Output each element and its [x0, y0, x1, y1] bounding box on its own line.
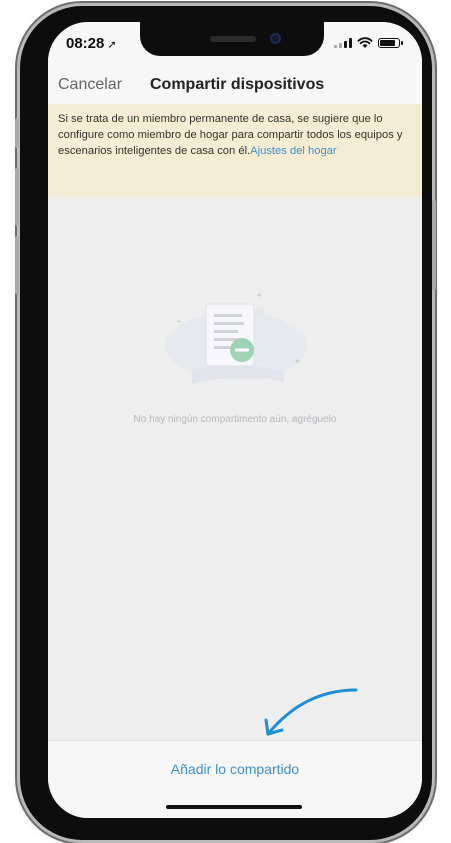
add-shared-button[interactable]: Añadir lo compartido	[48, 761, 422, 777]
battery-icon	[378, 38, 403, 48]
notice-banner: Si se trata de un miembro permanente de …	[48, 104, 422, 196]
volume-down-button	[15, 236, 19, 294]
mute-switch	[15, 118, 19, 148]
home-indicator[interactable]	[166, 805, 302, 809]
notch	[140, 22, 324, 56]
svg-text:✦: ✦	[176, 318, 182, 326]
bottom-action-bar: Añadir lo compartido	[48, 740, 422, 818]
empty-state-message: No hay ningún compartimento aún, agrégue…	[133, 414, 337, 425]
status-time: 08:28 ➚	[66, 35, 117, 52]
svg-text:·: ·	[292, 322, 294, 330]
navigation-bar: Cancelar Compartir dispositivos	[48, 66, 422, 104]
notice-text: Si se trata de un miembro permanente de …	[58, 113, 403, 157]
svg-text:·: ·	[172, 382, 174, 390]
battery-fill	[380, 40, 395, 46]
speaker-grille	[210, 36, 256, 42]
home-settings-link[interactable]: Ajustes del hogar	[250, 145, 336, 157]
location-arrow-icon: ➚	[107, 39, 117, 51]
signal-bars-icon	[334, 38, 352, 48]
svg-text:✦: ✦	[256, 291, 263, 300]
phone-screen: 08:28 ➚ Cancelar Compartir dispositivos S…	[48, 22, 422, 818]
svg-text:·: ·	[202, 287, 205, 296]
cancel-button[interactable]: Cancelar	[58, 76, 122, 94]
page-title: Compartir dispositivos	[150, 76, 325, 93]
empty-document-icon: · ✦ ✦ · ✦ ·	[166, 287, 306, 390]
status-indicators	[334, 37, 403, 49]
front-camera-icon	[270, 33, 281, 44]
volume-up-button	[15, 168, 19, 226]
time-text: 08:28	[66, 35, 105, 52]
wifi-icon	[357, 37, 373, 48]
svg-text:✦: ✦	[294, 357, 301, 366]
power-button	[432, 200, 436, 290]
